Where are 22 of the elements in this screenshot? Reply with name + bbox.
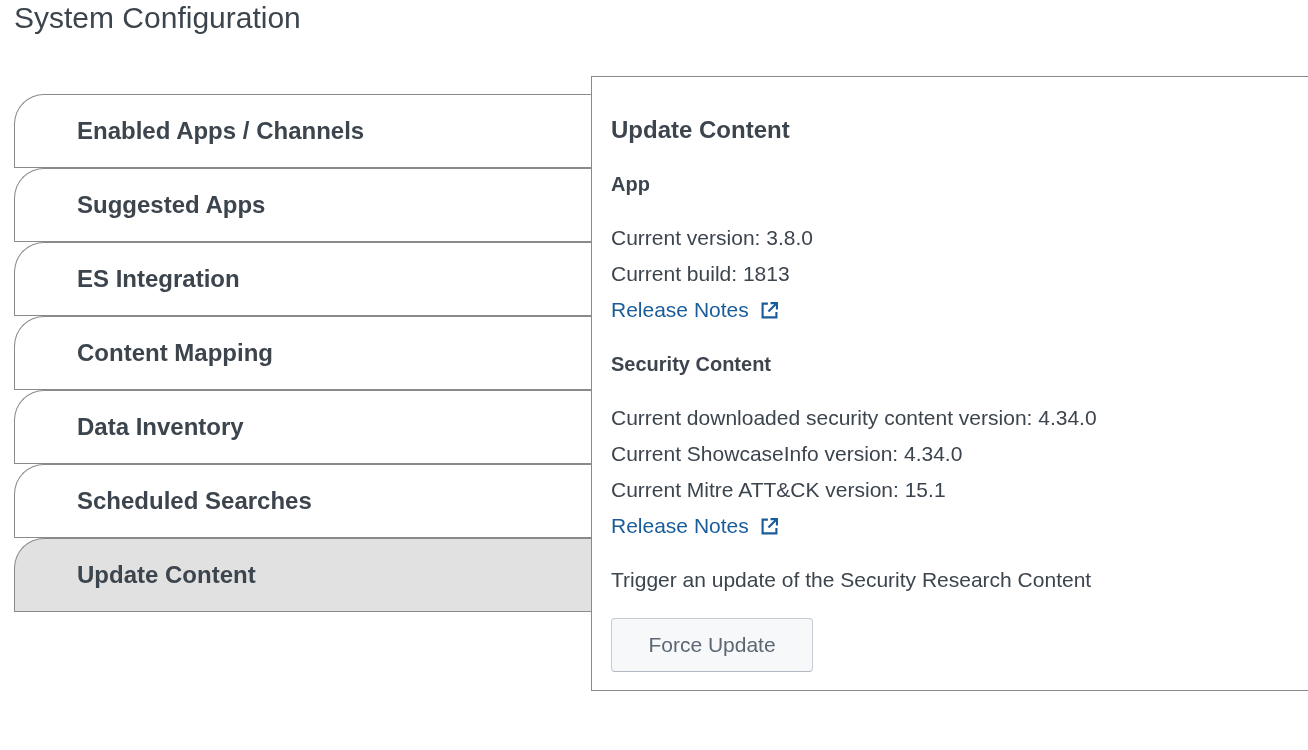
tab[interactable]: ES Integration	[14, 242, 591, 316]
info-text: Current version: 3.8.0	[611, 225, 813, 251]
tab[interactable]: Scheduled Searches	[14, 464, 591, 538]
section-heading: App	[611, 172, 650, 197]
section-heading: Security Content	[611, 352, 772, 377]
page-title: System Configuration	[13, 0, 301, 36]
info-text: Current build: 1813	[611, 261, 790, 287]
tab[interactable]: Suggested Apps	[14, 168, 591, 242]
release-notes-link[interactable]: Release Notes	[611, 511, 778, 541]
info-text: Current downloaded security content version: 4.34.0	[611, 405, 1097, 431]
external-link-icon	[760, 301, 778, 319]
panel-title: Update Content	[611, 115, 790, 145]
tab[interactable]: Content Mapping	[14, 316, 591, 390]
trigger-text: Trigger an update of the Security Research Content	[611, 567, 1092, 593]
force-update-button[interactable]: Force Update	[611, 618, 813, 672]
info-text: Current ShowcaseInfo version: 4.34.0	[611, 441, 963, 467]
tab[interactable]: Enabled Apps / Channels	[14, 94, 591, 168]
tab[interactable]: Update Content	[14, 538, 591, 612]
external-link-icon	[760, 517, 778, 535]
info-text: Current Mitre ATT&CK version: 15.1	[611, 477, 946, 503]
release-notes-link[interactable]: Release Notes	[611, 295, 778, 325]
tab[interactable]: Data Inventory	[14, 390, 591, 464]
